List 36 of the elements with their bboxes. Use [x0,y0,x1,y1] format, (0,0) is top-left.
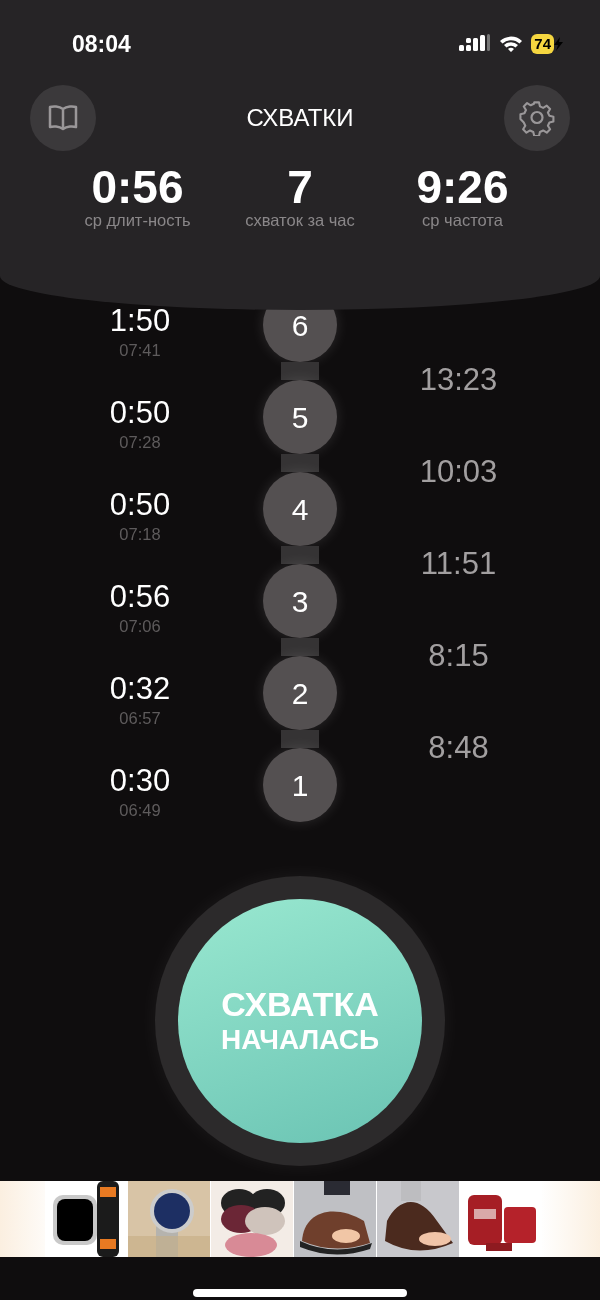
contraction-number: 1 [263,748,337,822]
screen-title: СХВАТКИ [246,103,354,133]
interval-text: 10:03 [419,452,498,491]
interval-text: 8:15 [428,636,489,675]
contraction-number: 2 [263,656,337,730]
start-time: 07:18 [119,523,161,545]
start-time: 07:06 [119,615,161,637]
duration-text: 0:50 [109,489,171,522]
settings-icon [519,100,555,136]
signal-icon [459,34,492,54]
interval-text: 11:51 [420,544,497,583]
stat-value: 9:26 [415,164,510,210]
start-time: 07:28 [119,431,161,453]
start-time: 07:41 [119,339,161,361]
wifi-icon [499,35,524,53]
duration-text: 0:50 [109,397,171,430]
duration-text: 0:32 [109,673,171,706]
contraction-number: 4 [263,472,337,546]
status-time: 08:04 [72,29,131,59]
book-icon [47,104,79,132]
ad-banner[interactable] [0,1181,600,1257]
start-time: 06:57 [119,707,161,729]
stat-value: 0:56 [90,164,185,210]
stat-value: 7 [286,164,314,210]
stat-label: схваток за час [245,210,355,231]
interval-text: 8:48 [428,728,489,767]
start-time: 06:49 [119,799,161,821]
contraction-start-button[interactable]: СХВАТКА НАЧАЛАСЬ [178,899,422,1143]
duration-text: 0:30 [109,765,171,798]
contraction-number: 5 [263,380,337,454]
stat-label: ср длит-ность [83,210,192,231]
contraction-number: 3 [263,564,337,638]
interval-text: 13:23 [419,360,498,399]
duration-text: 1:50 [109,305,171,338]
stat-label: ср частота [421,210,504,231]
duration-text: 0:56 [109,581,171,614]
